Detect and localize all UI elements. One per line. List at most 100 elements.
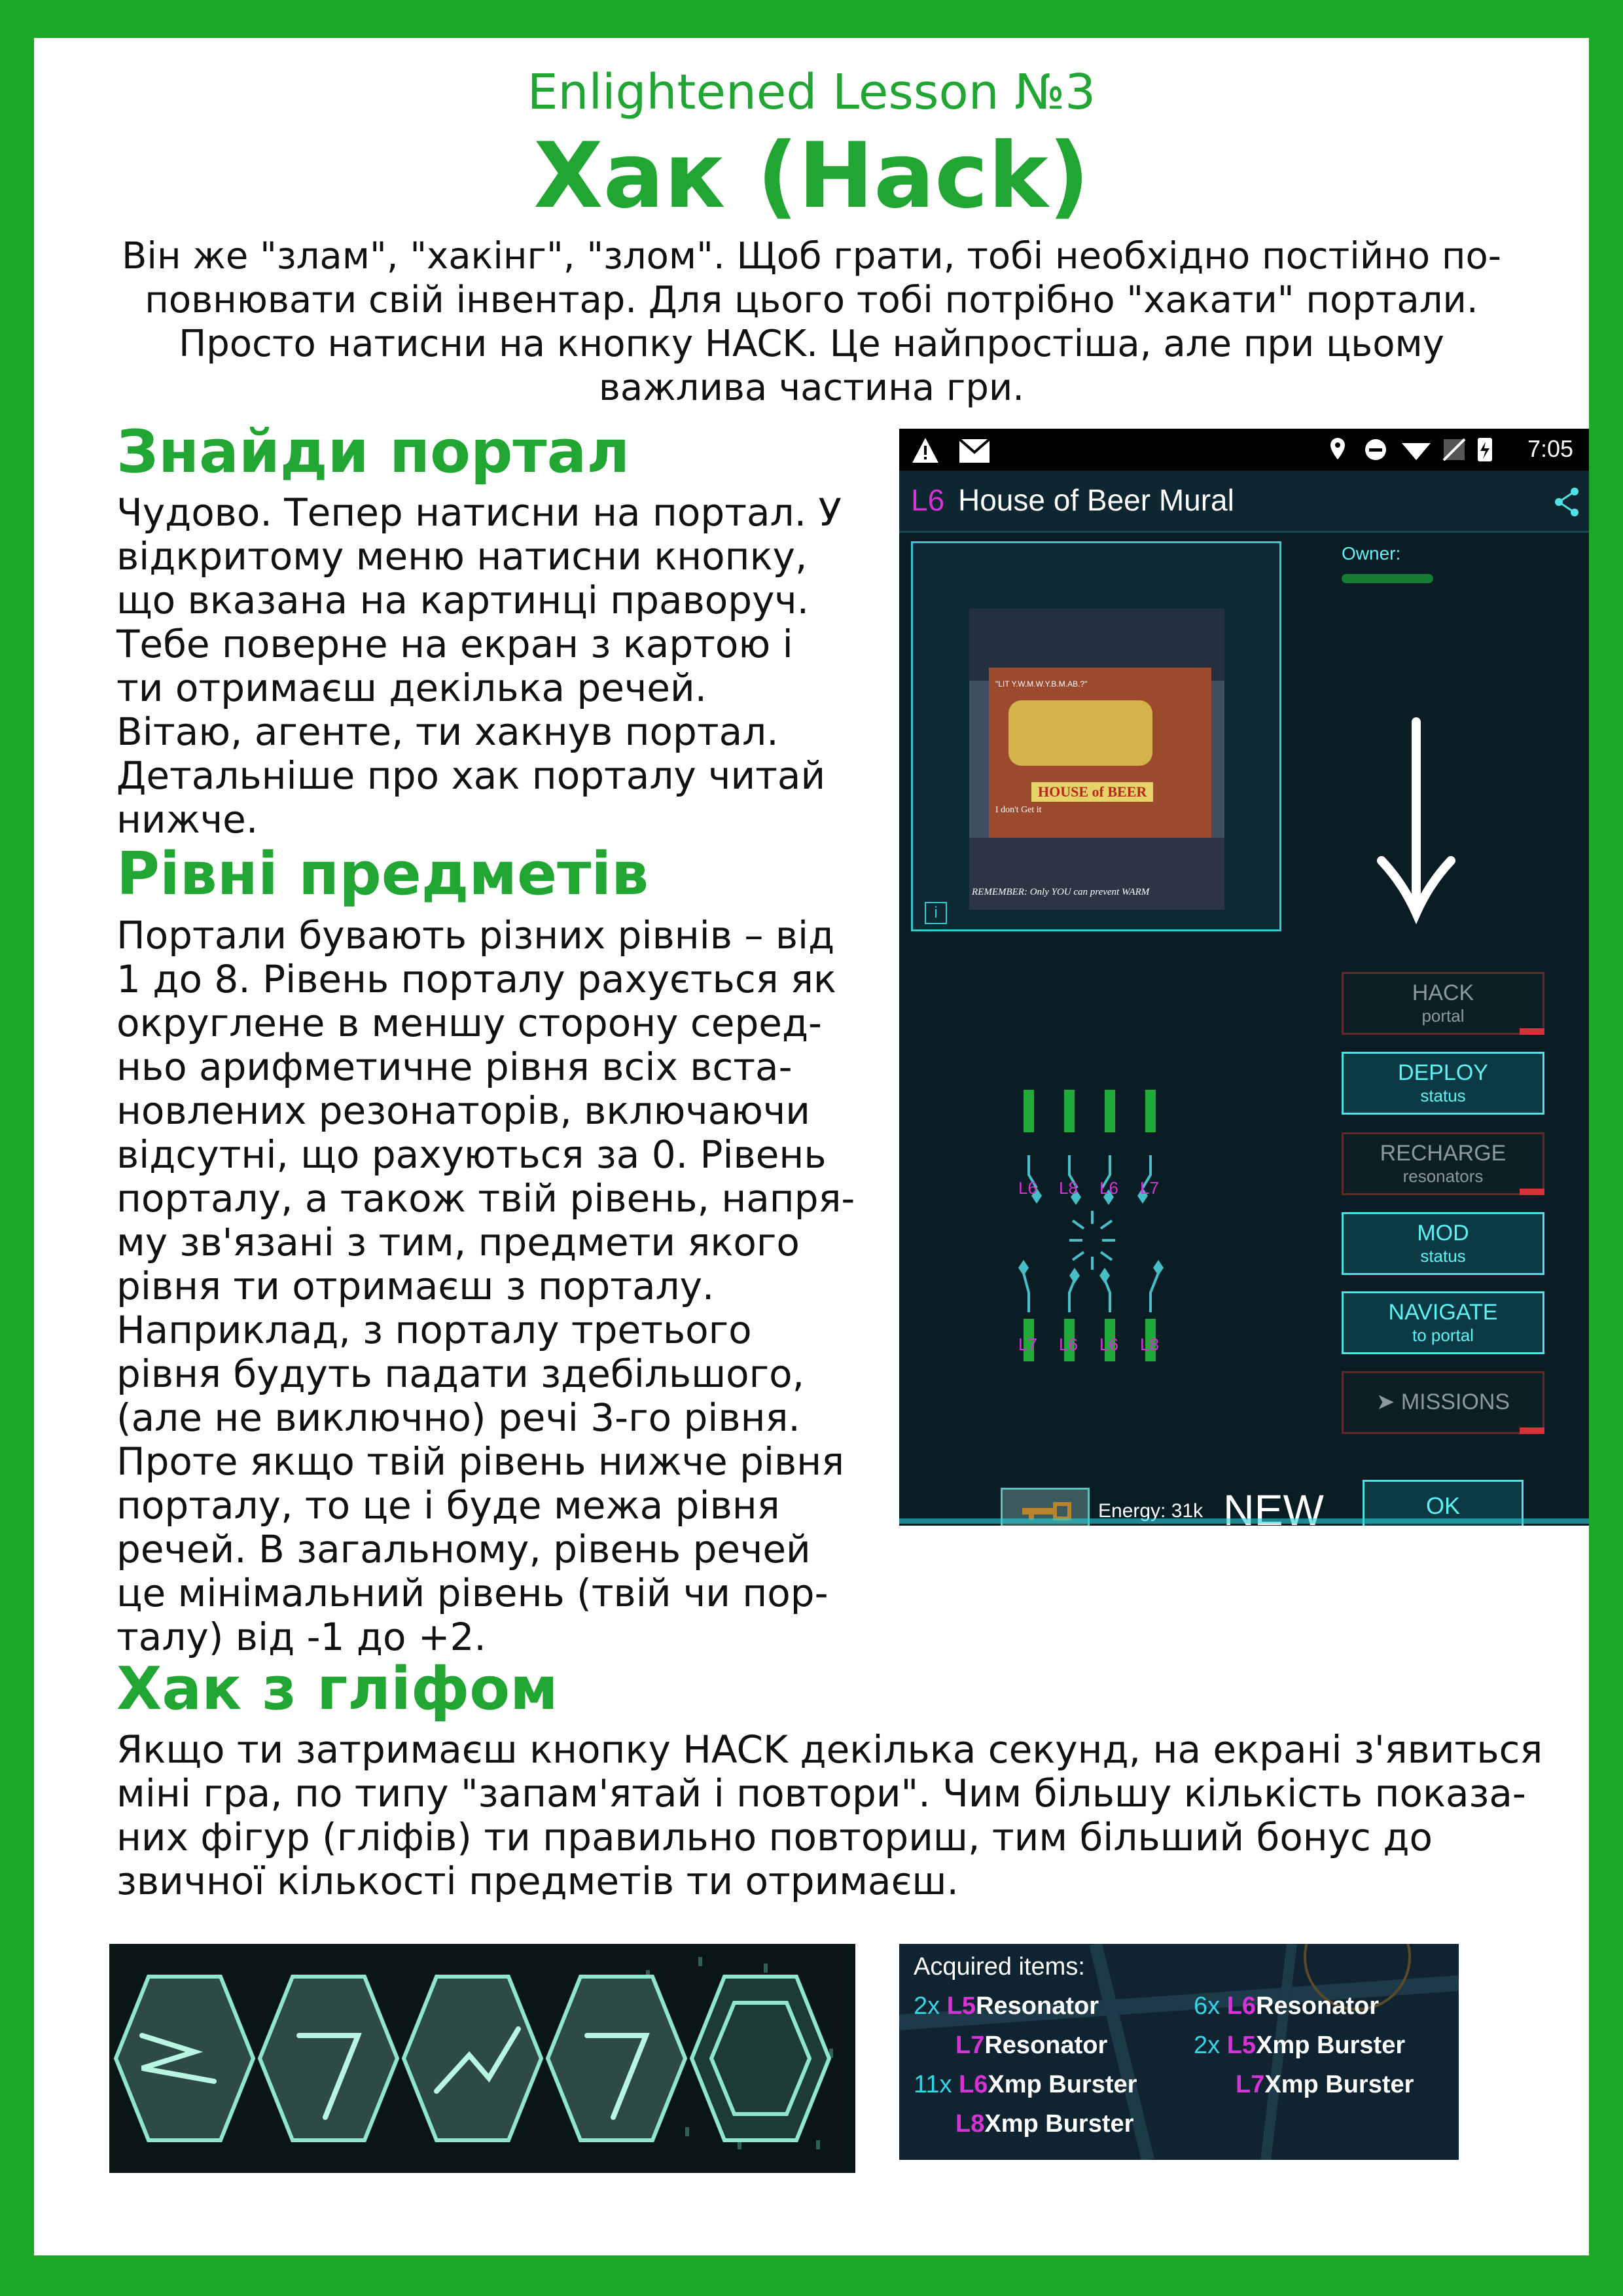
text-line: 1 до 8. Рівень порталу рахується як [116,957,836,1001]
text-line: що вказана на картинці праворуч. [116,578,810,622]
status-bar: 7:05 [899,429,1589,471]
missions-button[interactable]: ➤ MISSIONS [1342,1371,1544,1434]
intro-paragraph: Він же "злам", "хакінг", "злом". Щоб гра… [99,234,1524,410]
text-line: Детальніше про хак порталу читай [116,753,826,798]
section-glyph-hack-text: Якщо ти затримаєш кнопку HACK декілька с… [116,1728,1569,1903]
lesson-subtitle: Enlightened Lesson №3 [527,64,1096,120]
text-line: талу) від -1 до +2. [116,1615,486,1659]
text-line: порталу, то це і буде межа рівня [116,1483,780,1528]
text-line: це мінімальний рівень (твій чи пор- [116,1571,829,1615]
portal-name: House of Beer Mural [958,483,1234,517]
resonator-level: L6 [1018,1178,1037,1198]
resonator-level: L6 [1099,1335,1118,1354]
text-line: них фігур (гліфів) ти правильно повториш… [116,1815,1433,1859]
section-item-levels-text: Портали бувають різних рівнів – від 1 до… [116,914,889,1659]
text-line: (але не виключно) речі 3-го рівня. [116,1395,800,1440]
intro-line: Просто натисни на кнопку HACK. Це найпро… [179,323,1444,365]
warning-icon [912,438,991,463]
navigate-button[interactable]: NAVIGATE to portal [1342,1291,1544,1354]
button-sublabel: status [1420,1246,1466,1266]
text-line: Наприклад, з порталу третього [116,1308,752,1352]
deploy-button[interactable]: DEPLOY status [1342,1052,1544,1115]
section-heading-find-portal: Знайди портал [116,418,630,486]
resonator-diagram [1018,1090,1164,1361]
acquired-items-panel: Acquired items: 2x L5Resonator 6x L6Reso… [899,1944,1459,2160]
button-label: ➤ MISSIONS [1376,1390,1510,1414]
text-line: ньо арифметичне рівня всіх вста- [116,1045,793,1089]
resonator-level: L8 [1140,1335,1159,1354]
acquired-item: L7Xmp Burster [1236,2071,1414,2098]
acquired-item: 2x L5Resonator [914,1992,1099,2020]
page-title: Хак (Hack) [533,123,1090,228]
section-heading-glyph-hack: Хак з гліфом [116,1655,558,1723]
section-find-portal-text: Чудово. Тепер натисни на портал. У відкр… [116,491,876,842]
mural-line: HOUSE of BEER [1031,782,1154,802]
hack-button[interactable]: HACK portal [1342,972,1544,1035]
glyph-sequence [109,1944,855,2173]
page: Enlightened Lesson №3 Хак (Hack) Він же … [34,38,1589,2255]
gmail-icon [958,438,991,463]
button-sublabel: resonators [1402,1166,1484,1186]
text-line: рівня ти отримаєш з порталу. [116,1264,715,1308]
text-line: Проте якщо твій рівень нижче рівня [116,1439,845,1484]
info-icon[interactable]: i [925,902,947,924]
intro-line: повнювати свій інвентар. Для цього тобі … [145,279,1478,321]
acquired-item: 6x L6Resonator [1194,1992,1379,2020]
button-sublabel: status [1420,1086,1466,1105]
text-line: ти отримаєш декілька речей. [116,666,707,710]
missions-icon: ➤ [1376,1390,1401,1414]
mural-line: "LIT Y.W.M.W.Y.B.M.AB.?" [995,679,1088,689]
share-icon[interactable] [1554,488,1581,516]
resonator-level: L7 [1140,1178,1159,1198]
text-line: Вітаю, агенте, ти хакнув портал. [116,709,779,754]
resonator-level: L6 [1059,1335,1078,1354]
portal-title-bar: L6 House of Beer Mural [899,471,1589,533]
portal-photo: "LIT Y.W.M.W.Y.B.M.AB.?" HOUSE of BEER I… [969,609,1224,910]
text-line: речей. В загальному, рівень речей [116,1527,811,1571]
button-label: NAVIGATE [1388,1300,1498,1325]
mural-line: I don't Get it [995,805,1042,815]
arrow-pointer-icon [1377,717,1455,925]
text-line: му зв'язані з тим, предмети якого [116,1220,800,1265]
text-line: Тебе поверне на екран з картою і [116,622,793,666]
resonator-level: L7 [1018,1335,1037,1354]
owner-name-blurred [1342,574,1433,583]
resonator-level: L8 [1059,1178,1078,1198]
status-icons [1330,438,1492,461]
text-line: округлене в меншу сторону серед- [116,1001,822,1045]
portal-level: L6 [911,483,945,517]
acquired-item: 11x L6Xmp Burster [914,2071,1137,2098]
acquired-item: L8Xmp Burster [955,2110,1134,2138]
text-line: Портали бувають різних рівнів – від [116,913,835,958]
text-line: відсутні, що рахуються за 0. Рівень [116,1132,827,1177]
section-heading-item-levels: Рівні предметів [116,840,649,908]
acquired-title: Acquired items: [914,1953,1085,1981]
recharge-button[interactable]: RECHARGE resonators [1342,1132,1544,1195]
text-line: порталу, а також твій рівень, напря- [116,1176,855,1221]
intro-line: важлива частина гри. [598,367,1025,409]
text-line: звичної кількості предметів ти отримаєш. [116,1859,959,1903]
acquired-item: L7Resonator [955,2032,1108,2059]
button-sublabel: to portal [1412,1325,1474,1345]
mod-button[interactable]: MOD status [1342,1212,1544,1275]
text-line: Якщо ти затримаєш кнопку HACK декілька с… [116,1727,1543,1772]
clock: 7:05 [1527,435,1574,462]
acquired-item: 2x L5Xmp Burster [1194,2032,1406,2059]
glyph-hack-screenshot [109,1944,855,2173]
resonator-level: L6 [1099,1178,1118,1198]
button-label: RECHARGE [1380,1141,1507,1166]
text-line: нижче. [116,797,259,842]
text-line: рівня будуть падати здебільшого, [116,1352,805,1396]
button-label: HACK [1412,980,1474,1005]
owner-label: Owner: [1342,543,1401,564]
mural-line: REMEMBER: Only YOU can prevent WARM [972,887,1150,897]
portal-image-frame[interactable]: "LIT Y.W.M.W.Y.B.M.AB.?" HOUSE of BEER I… [911,541,1281,931]
bottom-glow-line [899,1518,1589,1524]
text-line: новлених резонаторів, включаючи [116,1088,810,1133]
portal-screenshot: 7:05 L6 House of Beer Mural "LIT Y.W.M.W… [899,429,1589,1526]
text-line: Чудово. Тепер натисни на портал. У [116,490,842,535]
text-line: відкритому меню натисни кнопку, [116,534,808,579]
intro-line: Він же "злам", "хакінг", "злом". Щоб гра… [121,235,1501,278]
button-sublabel: portal [1421,1006,1465,1026]
button-label: DEPLOY [1398,1060,1488,1085]
